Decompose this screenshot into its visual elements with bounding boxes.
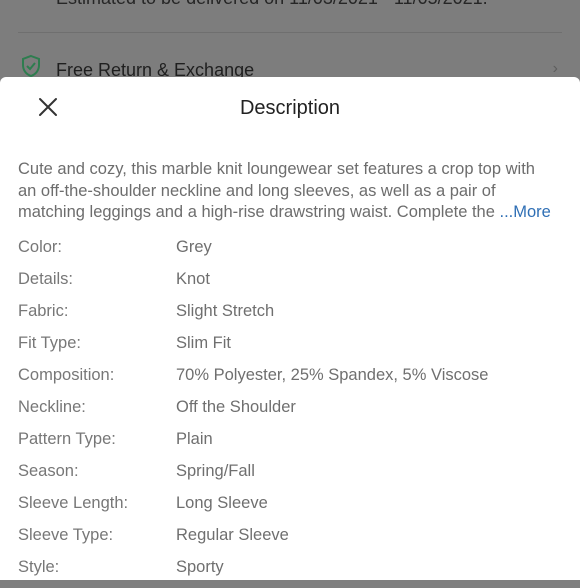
- attribute-key: Neckline:: [18, 398, 86, 416]
- attribute-value: Regular Sleeve: [176, 526, 289, 544]
- attribute-row: Composition: 70% Polyester, 25% Spandex,…: [18, 364, 566, 396]
- attribute-row: Details: Knot: [18, 268, 566, 300]
- attribute-key: Color:: [18, 238, 63, 256]
- attribute-list: Color: Grey Details: Knot Fabric: Slight…: [18, 236, 566, 588]
- attribute-value: Off the Shoulder: [176, 398, 296, 416]
- attribute-key: Details:: [18, 270, 74, 288]
- attribute-row: Season: Spring/Fall: [18, 460, 566, 492]
- description-sheet: Description Cute and cozy, this marble k…: [0, 77, 580, 580]
- more-link[interactable]: ...More: [500, 203, 551, 221]
- sheet-title: Description: [239, 97, 341, 119]
- attribute-key: Fit Type:: [18, 334, 81, 352]
- delivery-estimate: Estimated to be delivered on 11/03/2021 …: [56, 0, 488, 9]
- attribute-value: 70% Polyester, 25% Spandex, 5% Viscose: [176, 366, 489, 384]
- attribute-key: Season:: [18, 462, 79, 480]
- attribute-row: Fit Type: Slim Fit: [18, 332, 566, 364]
- attribute-value: Spring/Fall: [176, 462, 255, 480]
- attribute-key: Fabric:: [18, 302, 69, 320]
- chevron-right-icon[interactable]: ›: [553, 60, 558, 78]
- attribute-value: Slim Fit: [176, 334, 231, 352]
- attribute-value: Knot: [176, 270, 210, 288]
- attribute-row: Style: Sporty: [18, 556, 566, 588]
- attribute-value: Long Sleeve: [176, 494, 268, 512]
- description-line-text: matching leggings and a high-rise drawst…: [18, 203, 500, 221]
- shield-check-icon: [22, 54, 40, 78]
- attribute-row: Sleeve Type: Regular Sleeve: [18, 524, 566, 556]
- background-page: Estimated to be delivered on 11/03/2021 …: [0, 0, 580, 80]
- attribute-row: Sleeve Length: Long Sleeve: [18, 492, 566, 524]
- attribute-key: Composition:: [18, 366, 115, 384]
- divider: [18, 32, 562, 33]
- description-text: Cute and cozy, this marble knit loungewe…: [18, 159, 566, 224]
- description-line: matching leggings and a high-rise drawst…: [18, 202, 566, 224]
- attribute-key: Sleeve Type:: [18, 526, 114, 544]
- description-line: an off-the-shoulder neckline and long sl…: [18, 181, 496, 200]
- more-ellipsis: ...: [499, 203, 514, 221]
- attribute-key: Sleeve Length:: [18, 494, 129, 512]
- attribute-key: Style:: [18, 558, 60, 576]
- attribute-row: Neckline: Off the Shoulder: [18, 396, 566, 428]
- attribute-row: Color: Grey: [18, 236, 566, 268]
- attribute-value: Slight Stretch: [176, 302, 275, 320]
- attribute-value: Grey: [176, 238, 212, 256]
- attribute-row: Pattern Type: Plain: [18, 428, 566, 460]
- attribute-value: Sporty: [176, 558, 224, 576]
- description-line: Cute and cozy, this marble knit loungewe…: [18, 160, 535, 178]
- attribute-row: Fabric: Slight Stretch: [18, 300, 566, 332]
- more-label: More: [513, 203, 551, 221]
- attribute-key: Pattern Type:: [18, 430, 116, 448]
- attribute-value: Plain: [176, 430, 213, 448]
